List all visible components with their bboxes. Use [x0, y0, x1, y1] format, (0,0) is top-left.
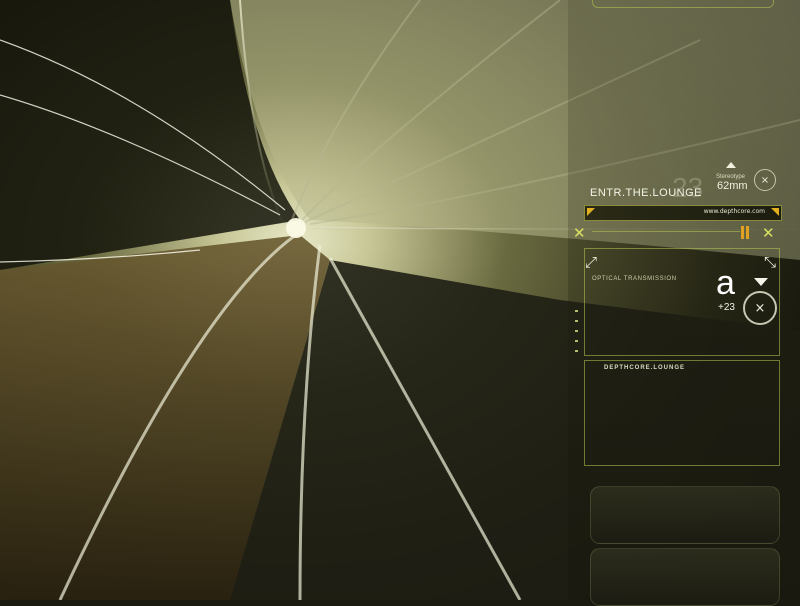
up-arrow-icon[interactable] [726, 162, 736, 168]
collapse-icon[interactable]: ⤢ [585, 253, 597, 271]
empty-slot[interactable] [590, 486, 780, 544]
lounge-label: DEPTHCORE.LOUNGE [604, 365, 686, 371]
stereo-value: 62mm [717, 180, 748, 192]
corner-marker-icon [587, 208, 595, 216]
pause-icon[interactable] [741, 226, 744, 239]
url-text[interactable]: www.depthcore.com [704, 208, 765, 215]
cross-arrows-icon[interactable]: ✕ [573, 224, 586, 242]
empty-slot[interactable] [590, 548, 780, 606]
top-frame [592, 0, 774, 8]
optical-label: OPTICAL TRANSMISSION [592, 276, 677, 282]
big-letter: a [716, 264, 735, 302]
lounge-frame [584, 360, 780, 466]
close-icon[interactable]: × [754, 169, 776, 191]
address-bar[interactable]: www.depthcore.com [584, 205, 782, 221]
corner-marker-icon [771, 208, 779, 216]
tick-scale [575, 310, 583, 362]
page-title: ENTR.THE.LOUNGE [590, 187, 703, 199]
control-rail [592, 231, 740, 232]
close-glyph: × [754, 300, 766, 316]
expand-icon[interactable]: ⤡ [764, 253, 776, 271]
down-arrow-icon[interactable] [754, 278, 768, 286]
cross-arrows-icon[interactable]: ✕ [762, 224, 775, 242]
close-glyph: × [760, 174, 770, 186]
offset-value: +23 [718, 302, 735, 313]
close-icon[interactable]: × [743, 291, 777, 325]
